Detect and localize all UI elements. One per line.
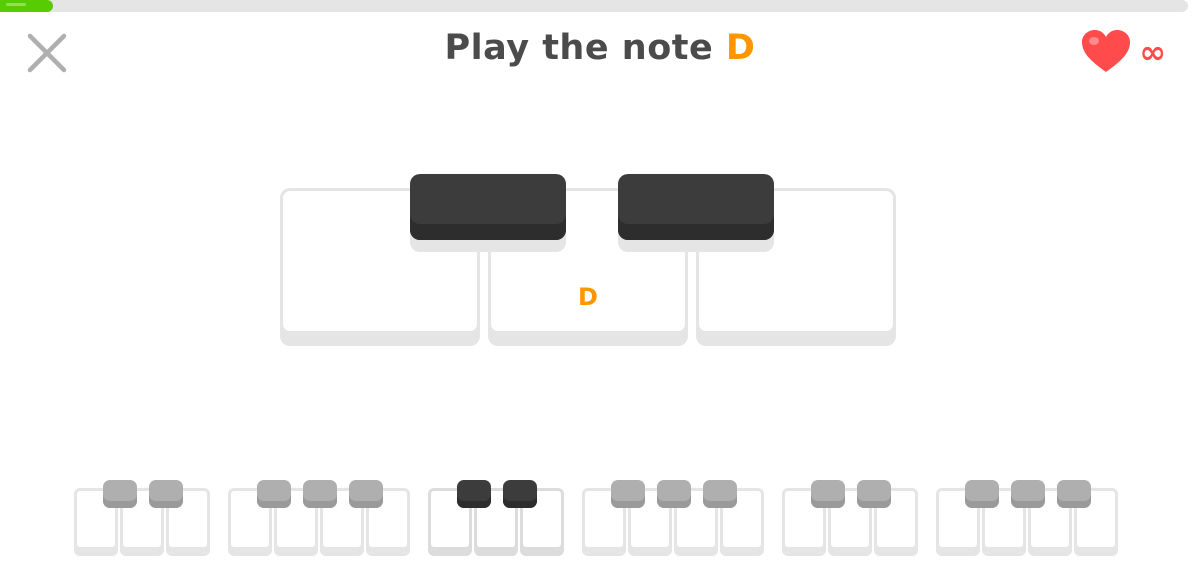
mini-black-key [703,480,737,508]
mini-black-key [349,480,383,508]
mini-black-key [303,480,337,508]
heart-icon [1082,30,1131,72]
key-label: D [578,283,598,311]
octave-3[interactable] [428,480,566,558]
octave-selector [74,480,1118,560]
lives-count: ∞ [1139,33,1166,71]
title-note: D [725,28,756,68]
lives-indicator[interactable]: ∞ [1081,30,1166,74]
black-key-1[interactable] [410,174,566,240]
mini-black-key [657,480,691,508]
mini-black-key [1011,480,1045,508]
mini-black-key [811,480,845,508]
octave-2[interactable] [228,480,412,558]
mini-black-key [503,480,537,508]
piano-keyboard: D [280,174,904,354]
progress-fill [0,0,54,12]
mini-black-key [1057,480,1091,508]
mini-black-key [857,480,891,508]
progress-bar [0,0,1188,12]
mini-black-key [611,480,645,508]
black-key-2[interactable] [618,174,774,240]
mini-black-key [965,480,999,508]
mini-black-key [149,480,183,508]
octave-1[interactable] [74,480,212,558]
octave-4[interactable] [582,480,766,558]
page-title: Play the note D [0,28,1200,68]
octave-5[interactable] [782,480,920,558]
mini-black-key [257,480,291,508]
progress-shine [6,3,26,6]
title-prefix: Play the note [444,28,726,68]
mini-black-key [103,480,137,508]
octave-6[interactable] [936,480,1120,558]
mini-black-key [457,480,491,508]
